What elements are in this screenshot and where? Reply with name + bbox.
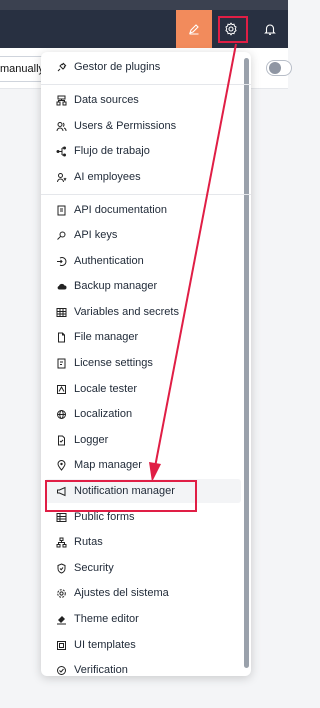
annotation-box-settings (218, 16, 248, 43)
license-icon (53, 355, 69, 371)
toggle-knob (269, 62, 281, 74)
menu-item-flujo-de-trabajo[interactable]: Flujo de trabajo (45, 139, 241, 163)
ai-user-icon (53, 169, 69, 185)
menu-item-label: Authentication (74, 255, 144, 267)
menu-item-verification[interactable]: Verification (45, 658, 241, 682)
plug-icon (53, 59, 69, 75)
key-icon (53, 227, 69, 243)
menu-divider (41, 194, 251, 195)
menu-item-label: Public forms (74, 511, 135, 523)
menu-item-rutas[interactable]: Rutas (45, 530, 241, 554)
workflow-icon (53, 143, 69, 159)
pin-icon (53, 457, 69, 473)
menu-item-label: Users & Permissions (74, 120, 177, 132)
menu-item-label: Data sources (74, 94, 139, 106)
routes-icon (53, 534, 69, 550)
menu-item-label: Variables and secrets (74, 306, 179, 318)
menu-item-localization[interactable]: Localization (45, 402, 241, 426)
menu-item-authentication[interactable]: Authentication (45, 249, 241, 273)
template-icon (53, 637, 69, 653)
menu-item-label: Localization (74, 408, 133, 420)
menu-item-api-documentation[interactable]: API documentation (45, 198, 241, 222)
menu-scrollbar[interactable] (244, 58, 249, 668)
menu-item-theme-editor[interactable]: Theme editor (45, 607, 241, 631)
login-icon (53, 253, 69, 269)
window-top-strip (0, 0, 288, 10)
menu-item-label: Logger (74, 434, 109, 446)
toggle-switch[interactable] (266, 60, 292, 76)
menu-item-backup-manager[interactable]: Backup manager (45, 274, 241, 298)
log-icon (53, 432, 69, 448)
menu-item-license-settings[interactable]: License settings (45, 351, 241, 375)
menu-item-variables-and-secrets[interactable]: Variables and secrets (45, 300, 241, 324)
menu-item-api-keys[interactable]: API keys (45, 223, 241, 247)
translate-icon (53, 381, 69, 397)
menu-item-label: Theme editor (74, 613, 139, 625)
menu-item-label: Locale tester (74, 383, 137, 395)
database-icon (53, 92, 69, 108)
annotation-box-notification-manager (45, 480, 197, 512)
menu-item-label: AI employees (74, 171, 141, 183)
brush-icon (53, 611, 69, 627)
menu-item-label: Flujo de trabajo (74, 145, 150, 157)
menu-item-ui-templates[interactable]: UI templates (45, 633, 241, 657)
check-icon (53, 662, 69, 678)
notifications-button[interactable] (252, 10, 288, 48)
pencil-icon (188, 23, 200, 35)
menu-item-data-sources[interactable]: Data sources (45, 88, 241, 112)
menu-item-label: API keys (74, 229, 118, 241)
menu-item-label: UI templates (74, 639, 136, 651)
users-icon (53, 118, 69, 134)
menu-item-label: Gestor de plugins (74, 61, 161, 73)
menu-item-users-permissions[interactable]: Users & Permissions (45, 114, 241, 138)
doc-icon (53, 202, 69, 218)
menu-item-logger[interactable]: Logger (45, 428, 241, 452)
table-icon (53, 304, 69, 320)
file-icon (53, 329, 69, 345)
menu-item-file-manager[interactable]: File manager (45, 325, 241, 349)
cloud-icon (53, 278, 69, 294)
mode-select-value: manually (0, 63, 45, 75)
shield-icon (53, 560, 69, 576)
menu-item-label: Security (74, 562, 114, 574)
bell-icon (263, 22, 277, 36)
menu-item-label: Rutas (74, 536, 103, 548)
mode-select[interactable]: manually (0, 56, 45, 82)
menu-item-security[interactable]: Security (45, 556, 241, 580)
menu-item-gestor-de-plugins[interactable]: Gestor de plugins (45, 55, 241, 79)
menu-item-locale-tester[interactable]: Locale tester (45, 377, 241, 401)
menu-item-label: Verification (74, 664, 128, 676)
menu-item-label: Backup manager (74, 280, 158, 292)
menu-item-label: Map manager (74, 459, 142, 471)
menu-divider (41, 84, 251, 85)
menu-item-label: License settings (74, 357, 153, 369)
menu-item-label: API documentation (74, 204, 167, 216)
globe-icon (53, 406, 69, 422)
menu-item-ajustes-del-sistema[interactable]: Ajustes del sistema (45, 581, 241, 605)
menu-item-map-manager[interactable]: Map manager (45, 453, 241, 477)
settings-icon (53, 585, 69, 601)
edit-mode-button[interactable] (176, 10, 212, 48)
menu-item-label: File manager (74, 331, 139, 343)
menu-item-ai-employees[interactable]: AI employees (45, 165, 241, 189)
menu-item-label: Ajustes del sistema (74, 587, 169, 599)
